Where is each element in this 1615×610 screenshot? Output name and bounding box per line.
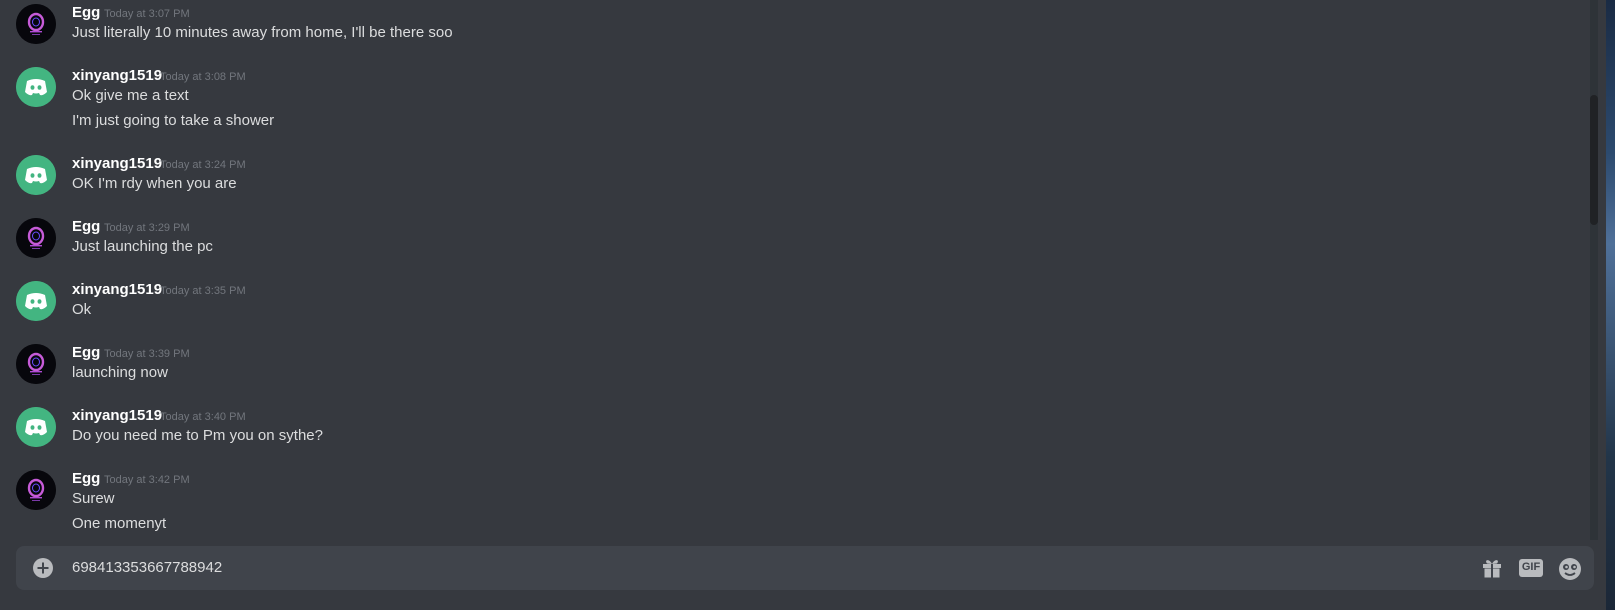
message-author[interactable]: xinyang1519 [72,155,162,172]
message-timestamp: Today at 3:35 PM [160,285,246,297]
message-timestamp: Today at 3:24 PM [160,159,246,171]
message-group: xinyang1519 Today at 3:24 PM OK I'm rdy wh… [0,155,1580,207]
message-text: One momenyt [72,515,167,532]
message-composer: GIF [16,546,1594,590]
message-group: Egg Today at 3:07 PM Just literally 10 min… [0,4,1580,56]
user-avatar-egg[interactable] [16,344,56,384]
message-list: Egg Today at 3:07 PM Just literally 10 min… [0,0,1598,540]
gif-button[interactable]: GIF [1518,557,1544,579]
message-author[interactable]: Egg [72,344,100,361]
gift-icon[interactable] [1480,557,1504,579]
message-timestamp: Today at 3:42 PM [104,474,190,486]
message-author[interactable]: xinyang1519 [72,67,162,84]
message-timestamp: Today at 3:29 PM [104,222,190,234]
message-text: Surew [72,490,115,507]
scrollbar-thumb[interactable] [1590,95,1598,225]
message-author[interactable]: Egg [72,218,100,235]
message-author[interactable]: xinyang1519 [72,407,162,424]
desktop-background-edge [1606,0,1615,610]
scrollbar-track[interactable] [1590,0,1598,540]
message-text: I'm just going to take a shower [72,112,275,129]
message-timestamp: Today at 3:07 PM [104,8,190,20]
message-text: OK I'm rdy when you are [72,175,237,192]
discord-default-avatar[interactable] [16,155,56,195]
message-author[interactable]: Egg [72,4,100,21]
message-text: launching now [72,364,168,381]
message-text: Do you need me to Pm you on sythe? [72,427,323,444]
message-timestamp: Today at 3:40 PM [160,411,246,423]
message-group: xinyang1519 Today at 3:08 PM Ok give me a … [0,67,1580,145]
message-timestamp: Today at 3:39 PM [104,348,190,360]
discord-default-avatar[interactable] [16,281,56,321]
plus-circle-icon[interactable] [32,557,54,579]
discord-default-avatar[interactable] [16,407,56,447]
gif-label: GIF [1521,561,1541,573]
message-author[interactable]: Egg [72,470,100,487]
message-group: Egg Today at 3:29 PM Just launching the pc [0,218,1580,270]
emoji-icon[interactable] [1558,557,1582,580]
user-avatar-egg[interactable] [16,218,56,258]
message-timestamp: Today at 3:08 PM [160,71,246,83]
message-text: Just literally 10 minutes away from home… [72,24,453,41]
message-group: Egg Today at 3:39 PM launching now [0,344,1580,396]
message-author[interactable]: xinyang1519 [72,281,162,298]
message-input[interactable] [72,559,1372,576]
message-text: Ok [72,301,92,318]
message-group: Egg Today at 3:42 PM Surew One momenyt [0,470,1580,540]
user-avatar-egg[interactable] [16,470,56,510]
message-text: Ok give me a text [72,87,189,104]
discord-default-avatar[interactable] [16,67,56,107]
message-group: xinyang1519 Today at 3:40 PM Do you need m… [0,407,1580,459]
message-group: xinyang1519 Today at 3:35 PM Ok [0,281,1580,333]
user-avatar-egg[interactable] [16,4,56,44]
message-text: Just launching the pc [72,238,213,255]
